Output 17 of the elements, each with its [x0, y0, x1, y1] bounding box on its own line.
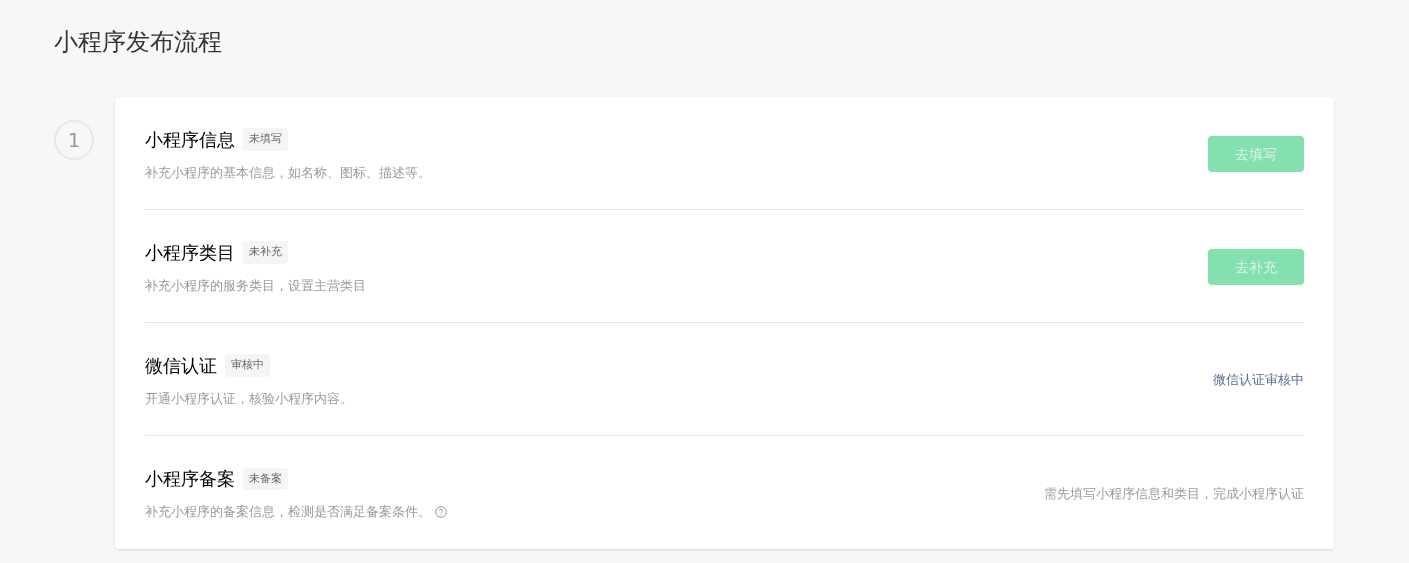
requirement-note: 需先填写小程序信息和类目，完成小程序认证 [1044, 484, 1304, 503]
task-title: 小程序类目 [145, 240, 235, 265]
status-tag: 审核中 [225, 354, 270, 377]
status-tag: 未填写 [243, 128, 288, 151]
status-tag: 未备案 [243, 467, 288, 490]
step-number: 1 [54, 120, 94, 160]
task-description: 补充小程序的基本信息，如名称、图标、描述等。 [145, 163, 431, 182]
task-description: 补充小程序的备案信息，检测是否满足备案条件。 [145, 503, 431, 522]
task-title: 微信认证 [145, 353, 217, 378]
page-title: 小程序发布流程 [53, 27, 223, 58]
task-description: 补充小程序的服务类目，设置主营类目 [145, 276, 366, 295]
task-description: 开通小程序认证，核验小程序内容。 [145, 389, 353, 408]
help-icon[interactable] [435, 506, 447, 518]
status-link[interactable]: 微信认证审核中 [1213, 370, 1304, 390]
task-title: 小程序备案 [145, 467, 235, 492]
status-tag: 未补充 [243, 241, 288, 264]
task-title: 小程序信息 [145, 127, 235, 152]
